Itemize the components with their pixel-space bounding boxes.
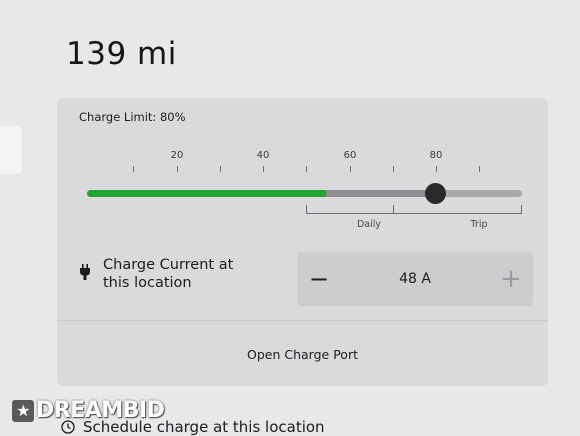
- daily-label: Daily: [356, 219, 382, 230]
- tick-label-60: 60: [343, 150, 357, 161]
- tick-mark: [263, 166, 264, 172]
- watermark-logo: ★ DREAMBID: [12, 398, 165, 423]
- trip-label: Trip: [470, 219, 488, 230]
- charge-current-label: Charge Current at this location: [103, 257, 234, 291]
- divider: [57, 320, 548, 321]
- trip-range-bracket: [393, 205, 522, 214]
- tick-mark: [479, 166, 480, 172]
- tick-mark: [393, 166, 394, 172]
- charge-limit-label: Charge Limit: 80%: [79, 110, 186, 124]
- range-display: 139 mi: [66, 36, 177, 72]
- tick-label-80: 80: [429, 150, 443, 161]
- current-charge-fill: [87, 190, 327, 197]
- tick-mark: [306, 166, 307, 172]
- plug-icon: [80, 264, 90, 280]
- increase-current-button[interactable]: +: [489, 252, 533, 306]
- open-charge-port-button[interactable]: Open Charge Port: [57, 322, 548, 386]
- charge-limit-handle[interactable]: [425, 183, 446, 204]
- charge-current-value: 48 A: [399, 271, 431, 287]
- tick-mark: [177, 166, 178, 172]
- daily-range-bracket: [306, 205, 394, 214]
- tick-mark: [436, 166, 437, 172]
- charge-limit-slider[interactable]: [87, 183, 522, 204]
- tick-label-40: 40: [256, 150, 270, 161]
- tick-label-20: 20: [170, 150, 184, 161]
- watermark-text: DREAMBID: [36, 398, 165, 423]
- charge-current-stepper: − 48 A +: [297, 252, 533, 306]
- tick-mark: [350, 166, 351, 172]
- tick-mark: [220, 166, 221, 172]
- charging-panel: Charge Limit: 80% 20 40 60 80 Daily Trip…: [57, 98, 548, 386]
- tick-mark: [133, 166, 134, 172]
- charge-to-limit-segment: [326, 190, 435, 197]
- decrease-current-button[interactable]: −: [297, 252, 341, 306]
- side-panel-edge[interactable]: [0, 126, 22, 174]
- star-icon: ★: [12, 399, 34, 422]
